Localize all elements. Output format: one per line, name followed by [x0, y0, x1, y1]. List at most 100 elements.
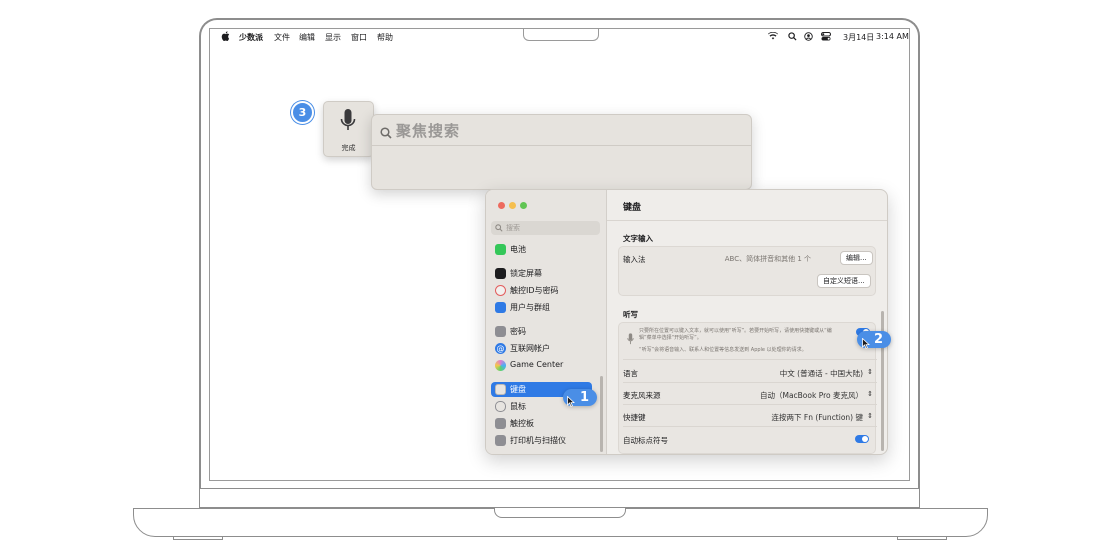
key-icon — [495, 326, 506, 337]
sidebar-item-label: 打印机与扫描仪 — [510, 436, 566, 445]
sidebar-item-battery[interactable]: 电池 — [491, 242, 592, 257]
callout-1-number: 1 — [579, 390, 589, 405]
menubar-date[interactable]: 3月14日 — [843, 32, 874, 43]
user-icon[interactable] — [804, 32, 813, 43]
shortcut-label: 快捷键 — [623, 413, 646, 422]
spotlight-panel: 聚焦搜索 — [371, 114, 752, 190]
row-divider — [623, 426, 877, 427]
mic-source-row[interactable]: 麦克风来源 自动（MacBook Pro 麦克风） ⇕ — [623, 384, 873, 404]
search-icon — [495, 224, 503, 234]
mic-source-label: 麦克风来源 — [623, 391, 661, 400]
microphone-icon — [627, 330, 634, 349]
zoom-button[interactable] — [520, 202, 527, 209]
sidebar-scrollbar[interactable] — [600, 376, 603, 452]
auto-punctuation-label: 自动标点符号 — [623, 436, 668, 445]
menubar-time[interactable]: 3:14 AM — [876, 32, 909, 41]
sidebar-item-touch-id[interactable]: 触控ID与密码 — [491, 283, 592, 298]
sidebar-item-label: Game Center — [510, 360, 564, 369]
dictation-done-button[interactable]: 完成 — [324, 143, 373, 153]
sidebar-item-label: 触控ID与密码 — [510, 286, 559, 295]
shortcut-value: 连按两下 Fn (Function) 键 — [771, 413, 863, 422]
sidebar-item-internet-accounts[interactable]: @ 互联网帐户 — [491, 341, 592, 356]
menu-view[interactable]: 显示 — [325, 32, 341, 43]
close-button[interactable] — [498, 202, 505, 209]
custom-phrases-button[interactable]: 自定义短语... — [817, 274, 871, 288]
title-divider — [607, 220, 887, 221]
users-icon — [495, 302, 506, 313]
spotlight-search-icon[interactable] — [788, 32, 797, 43]
printer-icon — [495, 435, 506, 446]
sidebar-item-passwords[interactable]: 密码 — [491, 324, 592, 339]
keyboard-icon — [495, 384, 506, 395]
cursor-icon — [862, 334, 871, 353]
section-text-input-heading: 文字输入 — [623, 234, 653, 243]
screen: 少数派 文件 编辑 显示 窗口 帮助 3月14日 3:14 AM 3 完成 聚焦… — [209, 28, 910, 481]
mouse-icon — [495, 401, 506, 412]
game-center-icon — [495, 360, 506, 371]
fingerprint-icon — [495, 285, 506, 296]
sidebar-item-label: 电池 — [510, 245, 526, 254]
laptop-foot-left — [173, 536, 223, 540]
sidebar-item-label: 鼠标 — [510, 402, 526, 411]
sidebar-item-printers[interactable]: 打印机与扫描仪 — [491, 433, 592, 448]
section-dictation-heading: 听写 — [623, 310, 638, 319]
row-divider — [623, 404, 877, 405]
app-name-menu[interactable]: 少数派 — [239, 32, 263, 43]
sidebar-search-placeholder: 搜索 — [506, 224, 520, 232]
row-divider — [623, 359, 877, 360]
laptop-thumb-notch — [494, 508, 626, 518]
dictation-hint: 只要所在位置可以键入文本，就可以使用“听写”。若要开始听写，请使用快捷键或从“编… — [639, 328, 832, 341]
auto-punctuation-row: 自动标点符号 — [623, 429, 873, 449]
dictation-privacy-hint: “听写”会将语音输入、联系人和位置等信息发送到 Apple 以处理你的请求。 — [639, 347, 807, 353]
control-center-icon[interactable] — [821, 32, 831, 43]
search-icon — [380, 124, 392, 139]
minimize-button[interactable] — [509, 202, 516, 209]
language-label: 语言 — [623, 369, 638, 378]
page-title: 键盘 — [623, 203, 642, 213]
sidebar-item-label: 用户与群组 — [510, 303, 550, 312]
sidebar-item-label: 密码 — [510, 327, 526, 336]
callout-3: 3 — [291, 101, 314, 124]
input-method-row: 输入法 ABC、简体拼音和其他 1 个 — [623, 248, 873, 268]
menu-edit[interactable]: 编辑 — [299, 32, 315, 43]
sidebar-item-users[interactable]: 用户与群组 — [491, 300, 592, 315]
trackpad-icon — [495, 418, 506, 429]
sidebar-item-label: 锁定屏幕 — [510, 269, 542, 278]
sidebar-item-game-center[interactable]: Game Center — [491, 358, 592, 373]
chevron-updown-icon: ⇕ — [867, 368, 873, 376]
auto-punctuation-toggle[interactable] — [855, 435, 869, 443]
sidebar-item-trackpad[interactable]: 触控板 — [491, 416, 592, 431]
menu-help[interactable]: 帮助 — [377, 32, 393, 43]
chevron-updown-icon: ⇕ — [867, 412, 873, 420]
sidebar-item-label: 键盘 — [510, 385, 526, 394]
settings-sidebar: 搜索 电池 锁定屏幕 触控ID与密码 用户与群组 密码 @ 互联网帐户 Game… — [486, 190, 607, 454]
language-value: 中文 (普通话 - 中国大陆) — [779, 369, 863, 378]
lock-screen-icon — [495, 268, 506, 279]
laptop-hinge — [199, 488, 920, 508]
at-icon: @ — [495, 343, 506, 354]
battery-icon — [495, 244, 506, 255]
microphone-icon — [340, 108, 356, 138]
input-method-label: 输入法 — [623, 255, 646, 264]
menu-window[interactable]: 窗口 — [351, 32, 367, 43]
settings-window: 搜索 电池 锁定屏幕 触控ID与密码 用户与群组 密码 @ 互联网帐户 Game… — [485, 189, 888, 455]
wifi-icon[interactable] — [768, 31, 778, 42]
settings-main: 键盘 文字输入 输入法 ABC、简体拼音和其他 1 个 编辑... 自定义短语.… — [607, 190, 887, 454]
menu-file[interactable]: 文件 — [274, 32, 290, 43]
apple-menu-icon[interactable] — [221, 31, 230, 44]
spotlight-divider — [372, 145, 751, 146]
callout-2-number: 2 — [873, 332, 883, 347]
spotlight-search-input[interactable]: 聚焦搜索 — [396, 120, 460, 141]
language-row[interactable]: 语言 中文 (普通话 - 中国大陆) ⇕ — [623, 362, 873, 382]
sidebar-item-label: 互联网帐户 — [510, 344, 550, 353]
sidebar-item-lock-screen[interactable]: 锁定屏幕 — [491, 266, 592, 281]
edit-input-methods-button[interactable]: 编辑... — [840, 251, 873, 265]
mic-source-value: 自动（MacBook Pro 麦克风） — [759, 391, 863, 400]
shortcut-row[interactable]: 快捷键 连按两下 Fn (Function) 键 ⇕ — [623, 406, 873, 426]
menu-bar: 少数派 文件 编辑 显示 窗口 帮助 3月14日 3:14 AM — [210, 29, 909, 45]
input-method-value: ABC、简体拼音和其他 1 个 — [724, 255, 811, 263]
sidebar-search-input[interactable]: 搜索 — [491, 221, 600, 235]
chevron-updown-icon: ⇕ — [867, 390, 873, 398]
laptop-foot-right — [897, 536, 947, 540]
sidebar-item-label: 触控板 — [510, 419, 534, 428]
